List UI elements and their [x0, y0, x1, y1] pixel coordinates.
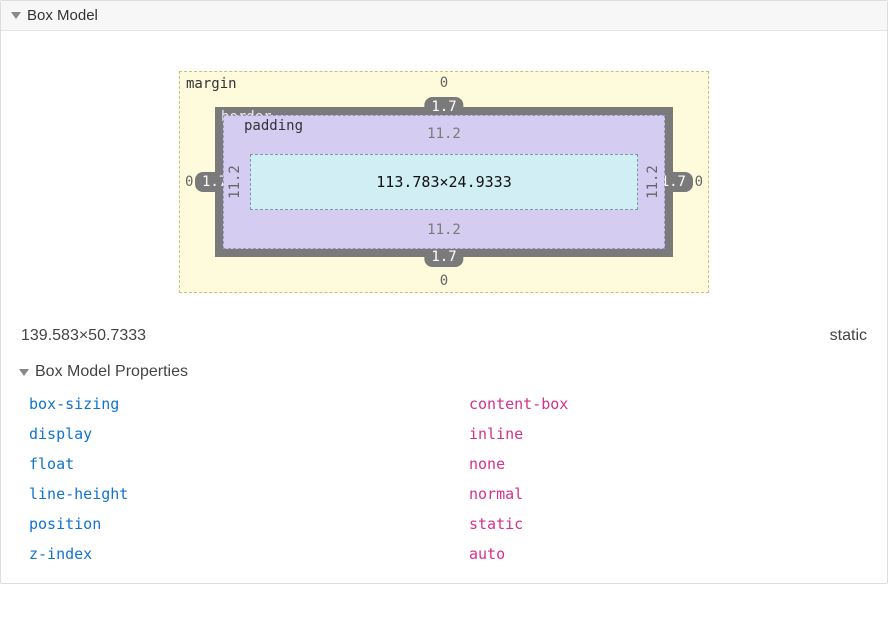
property-row[interactable]: position static: [29, 509, 867, 539]
property-row[interactable]: display inline: [29, 419, 867, 449]
padding-label: padding: [244, 118, 303, 134]
property-value: static: [469, 515, 523, 533]
padding-bottom-value[interactable]: 11.2: [427, 222, 461, 238]
property-value: auto: [469, 545, 505, 563]
margin-top-value[interactable]: 0: [440, 75, 448, 91]
property-value: inline: [469, 425, 523, 443]
properties-list: box-sizing content-box display inline fl…: [1, 387, 887, 583]
box-model-header[interactable]: Box Model: [1, 1, 887, 31]
margin-region[interactable]: margin 0 0 0 0 border 1.7 1.7 1.7 1.7 pa…: [179, 71, 709, 293]
box-model-diagram: margin 0 0 0 0 border 1.7 1.7 1.7 1.7 pa…: [1, 31, 887, 323]
property-name: display: [29, 425, 469, 443]
padding-left-value[interactable]: 11.2: [227, 165, 243, 199]
property-row[interactable]: line-height normal: [29, 479, 867, 509]
property-row[interactable]: float none: [29, 449, 867, 479]
property-name: box-sizing: [29, 395, 469, 413]
border-bottom-value[interactable]: 1.7: [424, 247, 463, 267]
margin-left-value[interactable]: 0: [185, 174, 193, 190]
chevron-down-icon: [19, 369, 29, 376]
padding-top-value[interactable]: 11.2: [427, 126, 461, 142]
content-region[interactable]: 113.783×24.9333: [250, 154, 638, 210]
property-row[interactable]: box-sizing content-box: [29, 389, 867, 419]
property-value: normal: [469, 485, 523, 503]
box-model-title: Box Model: [27, 7, 98, 24]
border-top-value[interactable]: 1.7: [424, 97, 463, 117]
size-position-summary: 139.583×50.7333 static: [1, 323, 887, 357]
chevron-down-icon: [11, 12, 21, 19]
margin-right-value[interactable]: 0: [695, 174, 703, 190]
property-name: float: [29, 455, 469, 473]
border-region[interactable]: border 1.7 1.7 1.7 1.7 padding 11.2 11.2…: [215, 107, 673, 257]
property-name: z-index: [29, 545, 469, 563]
box-model-properties-title: Box Model Properties: [35, 363, 188, 381]
element-size: 139.583×50.7333: [21, 327, 146, 345]
margin-bottom-value[interactable]: 0: [440, 273, 448, 289]
padding-region[interactable]: padding 11.2 11.2 11.2 11.2 113.783×24.9…: [223, 115, 665, 249]
element-position: static: [830, 327, 867, 345]
margin-label: margin: [186, 76, 237, 92]
property-row[interactable]: z-index auto: [29, 539, 867, 569]
content-size: 113.783×24.9333: [376, 173, 511, 191]
property-name: line-height: [29, 485, 469, 503]
property-name: position: [29, 515, 469, 533]
padding-right-value[interactable]: 11.2: [645, 165, 661, 199]
box-model-panel: Box Model margin 0 0 0 0 border 1.7 1.7 …: [0, 0, 888, 584]
property-value: none: [469, 455, 505, 473]
property-value: content-box: [469, 395, 568, 413]
box-model-properties-header[interactable]: Box Model Properties: [1, 357, 887, 387]
